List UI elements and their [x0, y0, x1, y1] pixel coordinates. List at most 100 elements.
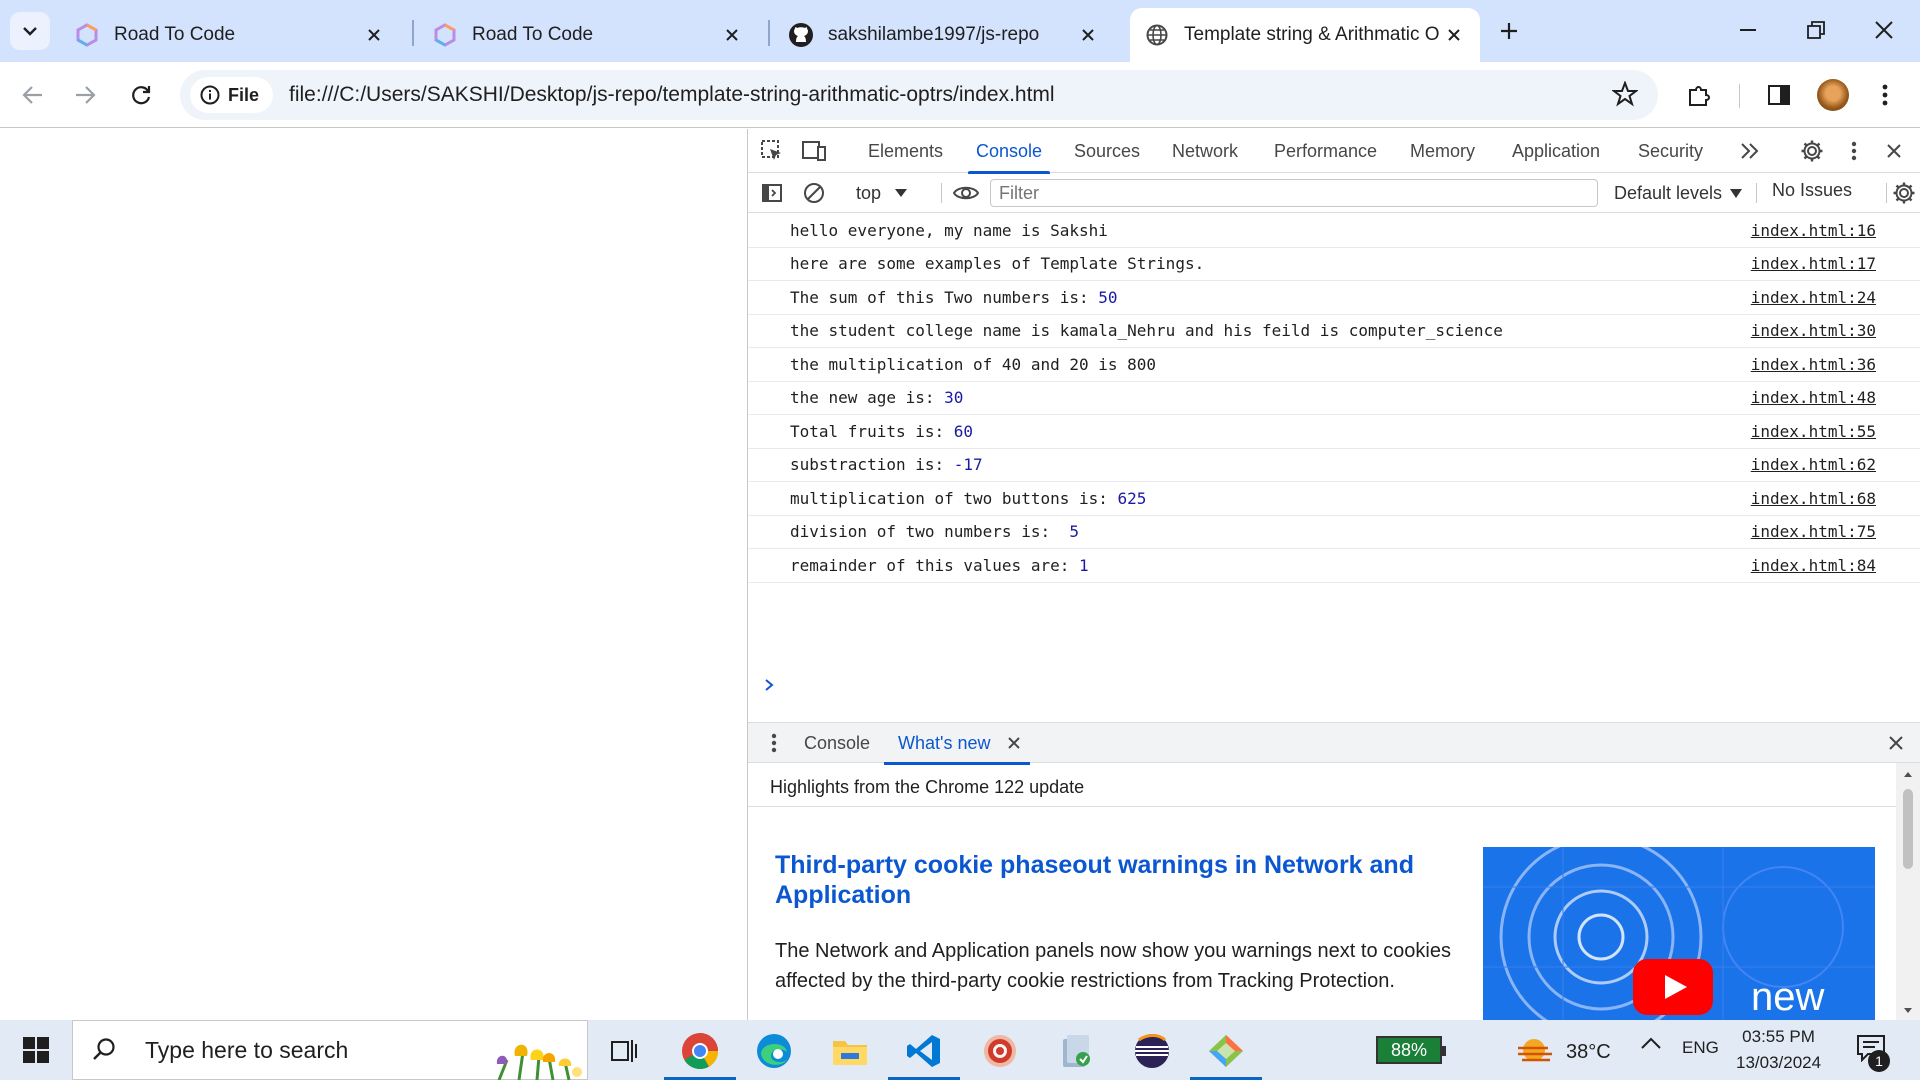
profile-avatar[interactable]	[1817, 79, 1849, 111]
console-filter-input[interactable]	[990, 179, 1598, 207]
devtools-tab-sources[interactable]: Sources	[1074, 129, 1140, 173]
battery-indicator[interactable]: 88%	[1376, 1036, 1446, 1064]
devtools-tab-performance[interactable]: Performance	[1274, 129, 1377, 173]
browser-tab-active[interactable]: Template string & Arithmatic O	[1130, 8, 1480, 62]
taskbar-eclipse[interactable]	[1116, 1022, 1188, 1080]
devtools-settings-button[interactable]	[1796, 135, 1828, 167]
scroll-down-arrow-icon	[1904, 1008, 1912, 1013]
devtools-tab-console[interactable]: Console	[967, 129, 1051, 174]
log-source-link[interactable]: index.html:48	[1751, 388, 1876, 407]
back-arrow-icon	[22, 86, 42, 104]
show-hidden-icons-button[interactable]	[1640, 1036, 1662, 1055]
language-indicator[interactable]: ENG	[1682, 1038, 1719, 1058]
system-clock[interactable]: 03:55 PM 13/03/2024	[1736, 1024, 1821, 1076]
taskbar-app-target[interactable]	[964, 1022, 1036, 1080]
taskbar-vscode[interactable]	[888, 1022, 960, 1080]
inspect-element-button[interactable]	[756, 135, 788, 167]
console-message: multiplication of two buttons is: 625 in…	[748, 482, 1920, 516]
devtools-tab-application[interactable]: Application	[1512, 129, 1600, 173]
scrollbar-thumb[interactable]	[1903, 789, 1913, 869]
log-value: 30	[944, 388, 964, 408]
log-source-link[interactable]: index.html:75	[1751, 522, 1876, 541]
close-devtools-button[interactable]	[1878, 135, 1910, 167]
taskbar-chrome[interactable]	[664, 1022, 736, 1080]
temperature-label: 38°C	[1566, 1040, 1611, 1063]
sun-haze-icon	[1518, 1039, 1552, 1062]
clear-console-button[interactable]	[798, 177, 830, 209]
devtools-tab-elements[interactable]: Elements	[868, 129, 943, 173]
log-source-link[interactable]: index.html:16	[1751, 221, 1876, 240]
kebab-menu-icon	[771, 733, 777, 753]
log-source-link[interactable]: index.html:62	[1751, 455, 1876, 474]
close-window-button[interactable]	[1864, 10, 1904, 50]
browser-tab-3[interactable]: sakshilambe1997/js-repo	[774, 8, 1114, 62]
side-panel-icon	[1768, 85, 1790, 105]
close-icon	[1008, 737, 1020, 749]
url-text[interactable]: file:///C:/Users/SAKSHI/Desktop/js-repo/…	[289, 83, 1055, 107]
new-tab-button[interactable]	[1492, 14, 1526, 48]
forward-button[interactable]	[66, 76, 104, 114]
restore-button[interactable]	[1796, 10, 1836, 50]
log-source-link[interactable]: index.html:55	[1751, 422, 1876, 441]
log-source-link[interactable]: index.html:68	[1751, 489, 1876, 508]
windows-taskbar: Type here to search 88% 38°C ENG 03:55 P…	[0, 1020, 1920, 1080]
drawer-scrollbar[interactable]	[1896, 763, 1920, 1020]
devtools-tab-memory[interactable]: Memory	[1410, 129, 1475, 173]
article-title-link[interactable]: Third-party cookie phaseout warnings in …	[775, 850, 1475, 910]
log-levels-dropdown[interactable]: Default levels	[1614, 180, 1743, 206]
drawer-tab-console[interactable]: Console	[804, 723, 870, 764]
taskbar-app-installer[interactable]	[1040, 1022, 1112, 1080]
log-source-link[interactable]: index.html:84	[1751, 556, 1876, 575]
extensions-button[interactable]	[1680, 76, 1718, 114]
devtools-tab-security[interactable]: Security	[1638, 129, 1703, 173]
devtools-menu-button[interactable]	[1838, 135, 1870, 167]
log-source-link[interactable]: index.html:17	[1751, 254, 1876, 273]
drawer-menu-button[interactable]	[758, 727, 790, 759]
browser-tab-2[interactable]: Road To Code	[418, 8, 758, 62]
drawer-tab-whats-new[interactable]: What's new	[883, 723, 1032, 765]
address-bar[interactable]: File file:///C:/Users/SAKSHI/Desktop/js-…	[180, 70, 1658, 120]
double-chevron-right-icon	[1741, 143, 1759, 159]
live-expression-button[interactable]	[950, 177, 982, 209]
close-drawer-button[interactable]	[1880, 727, 1912, 759]
taskbar-git-app[interactable]	[1190, 1022, 1262, 1080]
tab-search-button[interactable]	[10, 12, 50, 50]
tab-separator	[412, 20, 414, 46]
browser-menu-button[interactable]	[1866, 76, 1904, 114]
console-message: substraction is: -17 index.html:62	[748, 449, 1920, 482]
close-tab-icon[interactable]	[1076, 23, 1100, 47]
browser-tab-1[interactable]: Road To Code	[60, 8, 400, 62]
video-thumbnail[interactable]: new	[1483, 847, 1875, 1020]
close-tab-icon[interactable]	[1442, 23, 1466, 47]
console-prompt[interactable]	[764, 676, 774, 697]
console-sidebar-button[interactable]	[756, 177, 788, 209]
close-tab-icon[interactable]	[720, 23, 744, 47]
close-icon	[1889, 736, 1903, 750]
log-source-link[interactable]: index.html:30	[1751, 321, 1876, 340]
log-source-link[interactable]: index.html:24	[1751, 288, 1876, 307]
device-toolbar-button[interactable]	[798, 135, 830, 167]
weather-widget[interactable]: 38°C	[1516, 1036, 1611, 1068]
minimize-button[interactable]	[1728, 10, 1768, 50]
reload-button[interactable]	[122, 76, 160, 114]
context-selector[interactable]: top	[856, 180, 908, 206]
issues-counter[interactable]: No Issues	[1772, 180, 1852, 201]
tab-title: Road To Code	[472, 24, 594, 45]
taskbar-edge[interactable]	[738, 1022, 810, 1080]
close-tab-icon[interactable]	[362, 23, 386, 47]
taskbar-search-box[interactable]: Type here to search	[72, 1020, 588, 1080]
toolbar-divider	[1756, 183, 1757, 203]
start-button[interactable]	[0, 1020, 72, 1080]
log-source-link[interactable]: index.html:36	[1751, 355, 1876, 374]
side-panel-button[interactable]	[1760, 76, 1798, 114]
task-view-button[interactable]	[588, 1022, 660, 1080]
site-info-chip[interactable]: File	[190, 77, 274, 113]
taskbar-file-explorer[interactable]	[814, 1022, 886, 1080]
close-drawer-tab-button[interactable]	[998, 727, 1030, 759]
back-button[interactable]	[14, 76, 52, 114]
more-tabs-button[interactable]	[1734, 135, 1766, 167]
log-text: the new age is:	[790, 388, 945, 408]
bookmark-star-icon[interactable]	[1611, 80, 1639, 112]
console-settings-button[interactable]	[1888, 177, 1920, 209]
devtools-tab-network[interactable]: Network	[1172, 129, 1238, 173]
